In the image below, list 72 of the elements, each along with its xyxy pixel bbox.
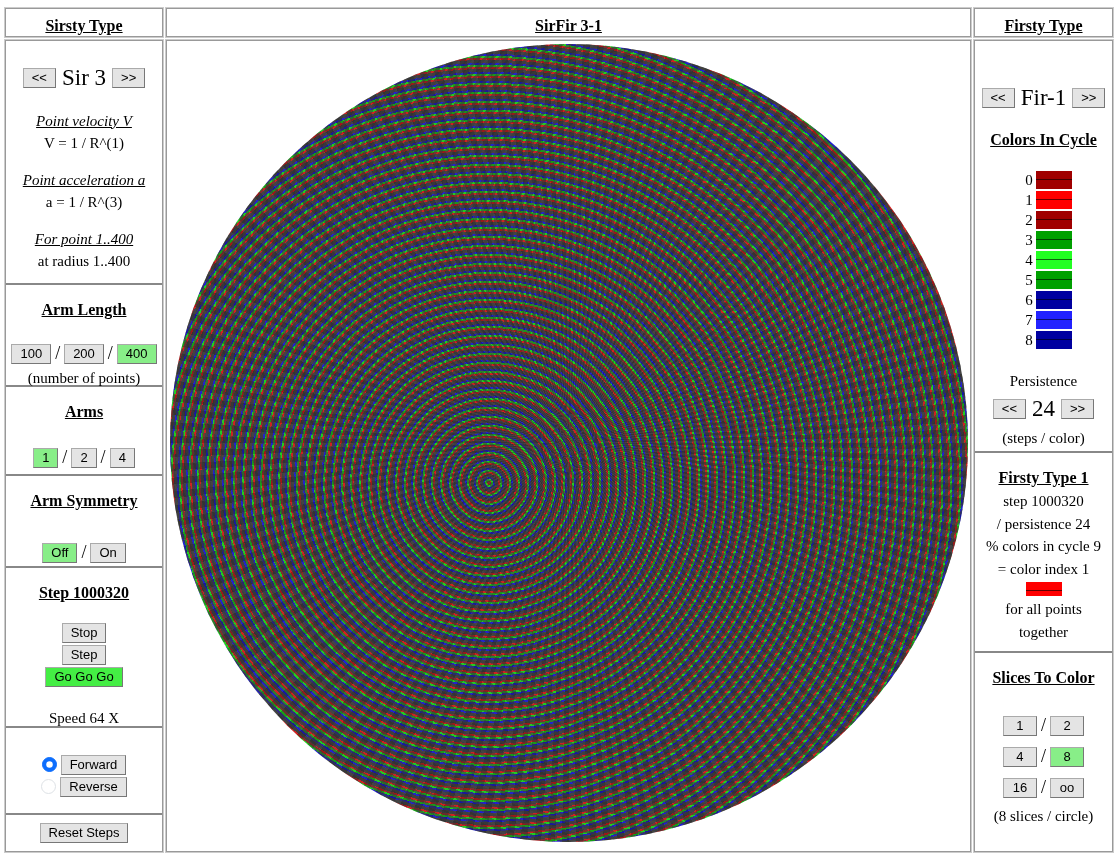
separator-slash: / [81, 541, 87, 565]
type-label: Sir 3 [61, 64, 107, 92]
next-button[interactable]: >> [1061, 399, 1095, 420]
formula-text: a = 1 / R^(3) [45, 193, 123, 212]
length-option[interactable]: 400 [116, 343, 157, 364]
separator-slash: / [1041, 776, 1046, 799]
result-line: % colors in cycle 9 [986, 537, 1101, 556]
description-heading: Point acceleration a [22, 170, 146, 190]
formula-text: V = 1 / R^(1) [43, 134, 125, 153]
color-index: 4 [1025, 250, 1033, 269]
slices-option[interactable]: 4 [1003, 746, 1037, 767]
section-title: Arms [64, 402, 104, 423]
next-button[interactable]: >> [112, 68, 146, 89]
length-option[interactable]: 100 [11, 343, 52, 364]
note-text: (8 slices / circle) [993, 807, 1094, 826]
result-line: step 1000320 [1003, 492, 1084, 511]
panel-title: SirFir 3-1 [535, 16, 602, 36]
result-line: = color index 1 [997, 559, 1090, 579]
formula-text: at radius 1..400 [37, 252, 131, 271]
section-title: Arm Symmetry [30, 491, 138, 512]
section-title: Step 1000320 [38, 583, 130, 604]
slices-option[interactable]: 8 [1050, 746, 1084, 767]
panel-title: Firsty Type [1004, 16, 1083, 37]
slices-option[interactable]: 1 [1003, 715, 1037, 736]
separator-slash: / [62, 446, 68, 470]
step-control-button[interactable]: Go Go Go [45, 667, 123, 688]
color-index: 8 [1025, 330, 1033, 349]
color-index: 3 [1025, 230, 1033, 249]
symmetry-option[interactable]: On [90, 542, 126, 563]
section-title: Colors In Cycle [990, 129, 1097, 151]
description-heading: Point velocity V [36, 111, 132, 131]
previous-button[interactable]: << [992, 399, 1026, 420]
separator-slash: / [100, 446, 106, 470]
color-index: 7 [1025, 310, 1033, 329]
arms-option[interactable]: 1 [33, 447, 59, 468]
type-label: Fir-1 [1020, 84, 1067, 112]
direction-button[interactable]: Reverse [60, 776, 127, 797]
section-title: Slices To Color [992, 668, 1095, 688]
color-index: 0 [1025, 170, 1033, 189]
section-title: Arm Length [41, 300, 127, 321]
slices-option[interactable]: oo [1050, 777, 1084, 798]
separator-slash: / [1041, 745, 1046, 768]
arms-option[interactable]: 2 [71, 447, 97, 468]
note-text: (number of points) [27, 369, 141, 389]
previous-button[interactable]: << [22, 68, 56, 89]
arms-option[interactable]: 4 [109, 447, 135, 468]
panel-title: Sirsty Type [45, 16, 123, 37]
persistence-label: Persistence [1009, 371, 1078, 391]
result-note: for all points together [1004, 600, 1083, 642]
separator-slash: / [55, 342, 61, 366]
length-option[interactable]: 200 [64, 343, 104, 364]
next-button[interactable]: >> [1072, 88, 1106, 109]
separator-slash: / [1041, 714, 1046, 737]
previous-button[interactable]: << [981, 88, 1015, 109]
separator-slash: / [107, 342, 113, 366]
step-control-button[interactable]: Stop [61, 623, 107, 644]
slices-option[interactable]: 16 [1003, 777, 1037, 798]
note-text: (steps / color) [1002, 428, 1085, 448]
result-line: / persistence 24 [996, 514, 1091, 534]
reset-steps-button[interactable]: Reset Steps [39, 823, 129, 843]
description-heading: For point 1..400 [34, 229, 134, 249]
color-index: 6 [1025, 290, 1033, 309]
type-label: 24 [1032, 395, 1055, 423]
slices-option[interactable]: 2 [1050, 715, 1084, 736]
symmetry-option[interactable]: Off [42, 542, 78, 563]
color-index: 1 [1025, 190, 1033, 209]
direction-button[interactable]: Forward [60, 754, 127, 775]
step-control-button[interactable]: Step [61, 645, 107, 666]
color-index: 5 [1025, 270, 1033, 289]
color-index: 2 [1025, 210, 1033, 229]
section-title: Firsty Type 1 [998, 468, 1089, 489]
speed-text: Speed 64 X [49, 709, 119, 729]
